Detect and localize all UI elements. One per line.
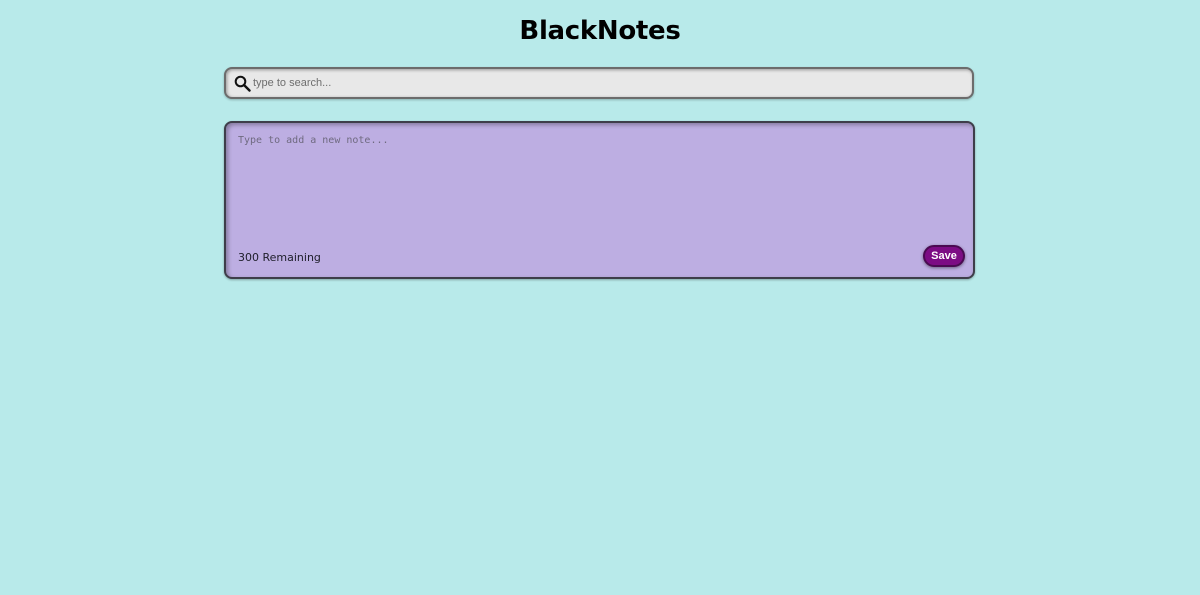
app-title: BlackNotes — [519, 16, 681, 46]
search-input[interactable] — [253, 73, 933, 93]
search-bar[interactable] — [224, 67, 974, 99]
new-note-card: 300 Remaining Save — [224, 121, 975, 279]
search-icon — [234, 75, 251, 92]
save-button[interactable]: Save — [923, 245, 965, 267]
app-root: BlackNotes 300 Remaining Save — [0, 0, 1200, 595]
characters-remaining: 300 Remaining — [238, 251, 321, 264]
new-note-textarea[interactable] — [238, 135, 958, 235]
